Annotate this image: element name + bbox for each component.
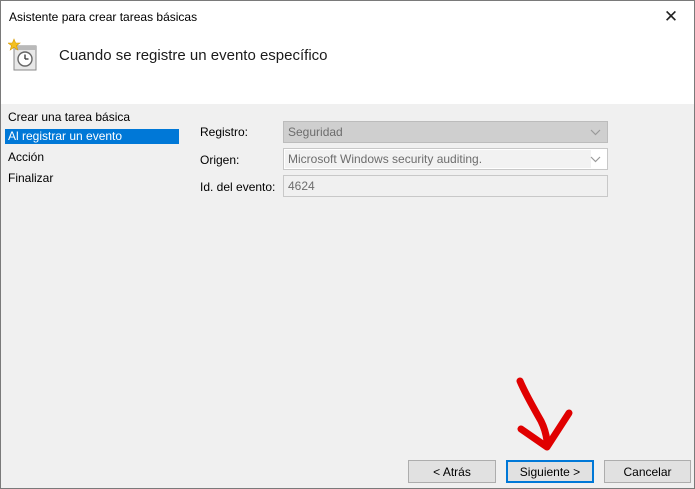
next-button[interactable]: Siguiente >	[506, 460, 594, 483]
close-icon[interactable]: ✕	[648, 1, 694, 32]
chevron-down-icon	[590, 150, 601, 174]
step-create-basic-task[interactable]: Crear una tarea básica	[5, 110, 179, 125]
log-select[interactable]: Seguridad	[283, 121, 608, 143]
step-label: Acción	[8, 150, 45, 164]
wizard-steps: Crear una tarea básica Al registrar un e…	[1, 105, 183, 435]
task-scheduler-icon	[7, 38, 40, 72]
back-button[interactable]: < Atrás	[408, 460, 496, 483]
step-label: Finalizar	[8, 171, 54, 185]
step-on-event[interactable]: Al registrar un evento	[5, 129, 179, 144]
event-id-label: Id. del evento:	[200, 180, 276, 194]
event-id-field[interactable]: 4624	[283, 175, 608, 197]
wizard-window: Asistente para crear tareas básicas ✕ Cu…	[0, 0, 695, 489]
event-id-value: 4624	[288, 179, 315, 193]
title-bar: Asistente para crear tareas básicas ✕	[1, 1, 694, 32]
source-label: Origen:	[200, 153, 240, 167]
step-action[interactable]: Acción	[5, 150, 179, 165]
chevron-down-icon	[590, 123, 601, 147]
red-arrow-annotation	[516, 377, 573, 451]
step-finish[interactable]: Finalizar	[5, 171, 179, 186]
wizard-header: Cuando se registre un evento específico	[1, 32, 694, 104]
step-label: Crear una tarea básica	[8, 110, 131, 124]
source-select[interactable]: Microsoft Windows security auditing.	[283, 148, 608, 170]
log-value: Seguridad	[288, 125, 343, 139]
window-title: Asistente para crear tareas básicas	[9, 10, 198, 24]
cancel-button[interactable]: Cancelar	[604, 460, 691, 483]
page-title: Cuando se registre un evento específico	[59, 47, 328, 64]
source-value: Microsoft Windows security auditing.	[285, 150, 591, 168]
log-label: Registro:	[200, 125, 249, 139]
step-label: Al registrar un evento	[8, 129, 123, 143]
